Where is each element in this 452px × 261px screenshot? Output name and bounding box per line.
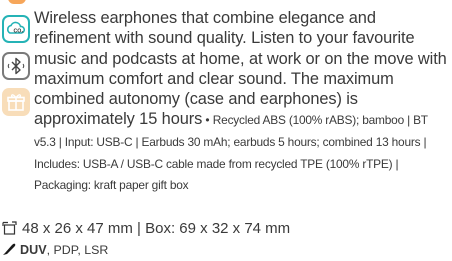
bullet-separator: • [202,113,213,128]
co2-cloud-icon: CO₂ [2,15,30,43]
co2-label: CO₂ [14,29,25,35]
technique-duv: DUV [20,243,47,257]
print-techniques-row: DUV, PDP, LSR [2,241,108,261]
gift-box-icon [2,88,30,116]
dimensions-text: 48 x 26 x 47 mm | Box: 69 x 32 x 74 mm [22,220,291,237]
product-description: Wireless earphones that combine elegance… [34,8,448,196]
bluetooth-icon [2,52,30,80]
feature-icon-partial [8,0,26,4]
dimensions-row: 48 x 26 x 47 mm | Box: 69 x 32 x 74 mm [2,220,290,240]
technique-others: , PDP, LSR [46,243,109,257]
description-lead: Wireless earphones that combine elegance… [34,9,447,129]
dimensions-icon [2,221,18,240]
print-technique-icon [2,243,16,261]
